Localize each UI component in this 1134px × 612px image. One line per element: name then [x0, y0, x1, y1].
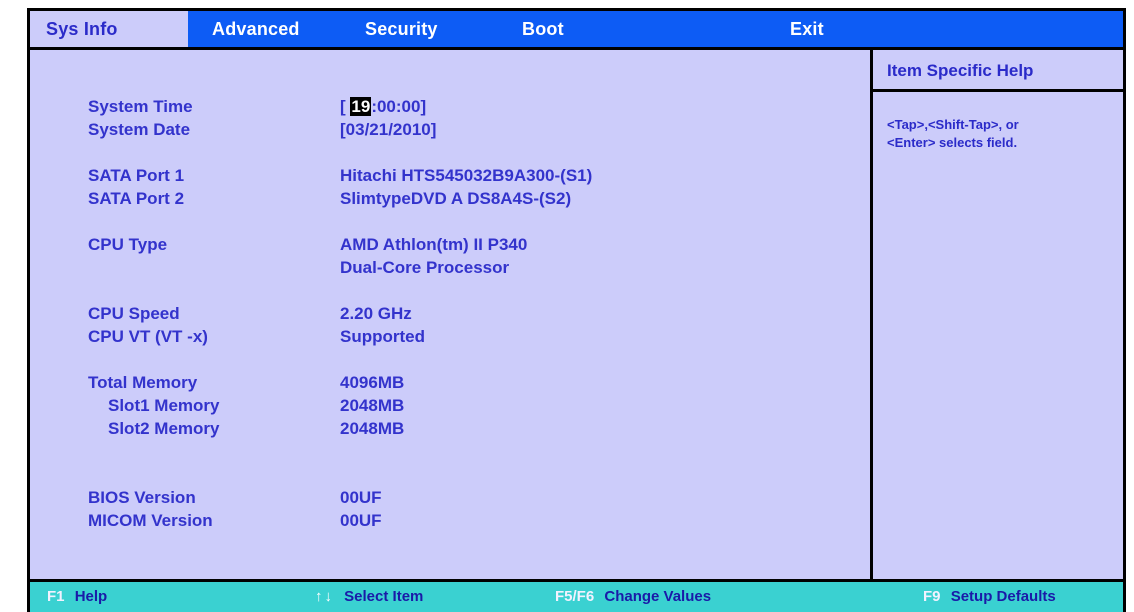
key-legend-row-1: F1 Help ↑↓ Select Item F5/F6 Change Valu…: [30, 586, 1123, 608]
row-spacer-5: [30, 440, 870, 463]
value-system-date[interactable]: [03/21/2010]: [340, 118, 436, 141]
label-sata-port-1: SATA Port 1: [88, 166, 185, 185]
value-micom-version: 00UF: [340, 511, 382, 530]
row-slot1-memory: Slot1 Memory 2048MB: [30, 394, 870, 417]
label-cpu-type: CPU Type: [88, 235, 168, 254]
value-total-memory: 4096MB: [340, 373, 405, 392]
legend-enter-sub-menu[interactable]: Enter Select a Sub-Menu: [555, 608, 737, 612]
tab-exit[interactable]: Exit: [709, 11, 939, 47]
tab-security[interactable]: Security: [340, 11, 497, 47]
legend-desc-select-item: Select Item: [344, 588, 424, 605]
label-micom-version: MICOM Version: [88, 511, 213, 530]
legend-key-f1: F1: [47, 588, 65, 605]
bios-setup-screen: Sys Info Advanced Security Boot Exit Sys…: [0, 0, 1134, 612]
legend-key-f5-f6: F5/F6: [555, 588, 595, 605]
system-info-rows: System Time [ 19:00:00] System Date [03/…: [30, 95, 870, 532]
help-panel-title: Item Specific Help: [873, 50, 1123, 92]
label-cpu-vt: CPU VT (VT -x): [88, 327, 208, 346]
value-system-time[interactable]: [ 19:00:00]: [340, 95, 426, 118]
label-total-memory: Total Memory: [88, 373, 198, 392]
tab-security-label: Security: [365, 18, 438, 39]
row-cpu-type: CPU Type AMD Athlon(tm) II P340: [30, 233, 870, 256]
label-slot1-memory: Slot1 Memory: [108, 396, 220, 415]
row-sata-port-2: SATA Port 2 SlimtypeDVD A DS8A4S-(S2): [30, 187, 870, 210]
row-spacer-4: [30, 348, 870, 371]
value-cpu-speed: 2.20 GHz: [340, 304, 412, 323]
legend-arrows-select-item[interactable]: ↑↓ Select Item: [315, 586, 423, 608]
tab-sys-info[interactable]: Sys Info: [30, 11, 188, 47]
row-bios-version: BIOS Version 00UF: [30, 486, 870, 509]
label-bios-version: BIOS Version: [88, 488, 196, 507]
row-slot2-memory: Slot2 Memory 2048MB: [30, 417, 870, 440]
row-spacer-1: [30, 141, 870, 164]
system-info-pane: System Time [ 19:00:00] System Date [03/…: [30, 50, 873, 579]
legend-f5-f6-change-values[interactable]: F5/F6 Change Values: [555, 586, 711, 608]
system-time-suffix: :00:00]: [371, 97, 427, 116]
legend-arrows-select-menu[interactable]: ← → Select Menu: [315, 608, 453, 612]
row-spacer-3: [30, 279, 870, 302]
help-panel-text: <Tap>,<Shift-Tap>, or <Enter> selects fi…: [873, 92, 1123, 152]
help-text-line-2: <Enter> selects field.: [887, 135, 1018, 150]
row-sata-port-1: SATA Port 1 Hitachi HTS545032B9A300-(S1): [30, 164, 870, 187]
legend-f1-help[interactable]: F1 Help: [47, 586, 107, 608]
key-legend-bar: F1 Help ↑↓ Select Item F5/F6 Change Valu…: [30, 579, 1123, 612]
legend-desc-help: Help: [74, 588, 108, 605]
tab-sys-info-label: Sys Info: [46, 18, 118, 39]
row-cpu-type-continued: Dual-Core Processor: [30, 256, 870, 279]
value-sata-port-2: SlimtypeDVD A DS8A4S-(S2): [340, 189, 572, 208]
row-cpu-speed: CPU Speed 2.20 GHz: [30, 302, 870, 325]
tab-boot[interactable]: Boot: [497, 11, 709, 47]
row-micom-version: MICOM Version 00UF: [30, 509, 870, 532]
label-cpu-speed: CPU Speed: [88, 304, 180, 323]
tab-advanced[interactable]: Advanced: [188, 11, 340, 47]
item-specific-help-pane: Item Specific Help <Tap>,<Shift-Tap>, or…: [873, 50, 1123, 579]
legend-desc-setup-defaults: Setup Defaults: [950, 588, 1056, 605]
row-system-date[interactable]: System Date [03/21/2010]: [30, 118, 870, 141]
value-cpu-type: AMD Athlon(tm) II P340: [340, 235, 528, 254]
up-down-arrow-icon: ↑↓: [315, 588, 334, 605]
bios-frame: Sys Info Advanced Security Boot Exit Sys…: [27, 8, 1126, 612]
label-system-time: System Time: [88, 97, 193, 116]
help-text-line-1: <Tap>,<Shift-Tap>, or: [887, 117, 1019, 132]
label-system-date: System Date: [88, 120, 191, 139]
row-spacer-2: [30, 210, 870, 233]
row-spacer-6: [30, 463, 870, 486]
value-slot1-memory: 2048MB: [340, 396, 405, 415]
tab-advanced-label: Advanced: [212, 18, 300, 39]
value-cpu-vt: Supported: [340, 327, 425, 346]
row-cpu-vt: CPU VT (VT -x) Supported: [30, 325, 870, 348]
legend-desc-change-values: Change Values: [604, 588, 712, 605]
legend-esc-exit[interactable]: ESC Exit: [47, 608, 116, 612]
tab-exit-label: Exit: [790, 18, 824, 39]
bios-body: System Time [ 19:00:00] System Date [03/…: [30, 50, 1123, 579]
legend-f10-save-and-exit[interactable]: F10 Save and Exit: [923, 608, 1057, 612]
legend-f9-setup-defaults[interactable]: F9 Setup Defaults: [923, 586, 1056, 608]
system-time-prefix: [: [340, 97, 351, 116]
value-bios-version: 00UF: [340, 488, 382, 507]
menu-bar: Sys Info Advanced Security Boot Exit: [30, 11, 1123, 50]
system-time-cursor: 19: [350, 97, 372, 116]
tab-boot-label: Boot: [522, 18, 564, 39]
legend-key-f9: F9: [923, 588, 941, 605]
row-total-memory: Total Memory 4096MB: [30, 371, 870, 394]
label-sata-port-2: SATA Port 2: [88, 189, 185, 208]
value-cpu-type-continued: Dual-Core Processor: [340, 258, 510, 277]
label-slot2-memory: Slot2 Memory: [108, 419, 220, 438]
value-slot2-memory: 2048MB: [340, 419, 405, 438]
row-system-time[interactable]: System Time [ 19:00:00]: [30, 95, 870, 118]
key-legend-row-2: ESC Exit ← → Select Menu Enter Select a …: [30, 608, 1123, 612]
value-sata-port-1: Hitachi HTS545032B9A300-(S1): [340, 166, 593, 185]
